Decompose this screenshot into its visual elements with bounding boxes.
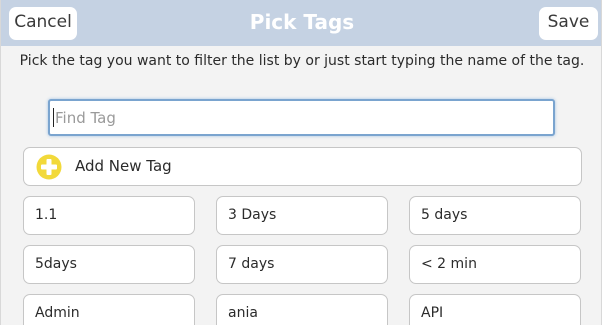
text-caret [53, 108, 54, 127]
tag-label: 5 days [421, 207, 468, 223]
tag-button[interactable]: 3 Days [216, 196, 388, 235]
tag-button[interactable]: < 2 min [409, 245, 581, 284]
tag-label: ania [228, 305, 258, 321]
tag-button[interactable]: Admin [23, 294, 195, 325]
tag-label: 1.1 [35, 207, 58, 223]
pick-tags-dialog: Pick Tags Cancel Save Pick the tag you w… [0, 0, 602, 325]
tag-button[interactable]: 5days [23, 245, 195, 284]
instructions-text: Pick the tag you want to filter the list… [19, 53, 585, 69]
cancel-button[interactable]: Cancel [9, 7, 77, 40]
add-new-tag-label: Add New Tag [75, 157, 172, 175]
tag-label: < 2 min [421, 256, 477, 272]
dialog-title: Pick Tags [249, 10, 355, 34]
tag-label: 5days [35, 256, 77, 272]
find-tag-input[interactable] [48, 99, 555, 136]
save-button[interactable]: Save [539, 7, 598, 40]
tag-label: API [421, 305, 444, 321]
tag-button[interactable]: ania [216, 294, 388, 325]
tag-label: 3 Days [228, 207, 277, 223]
plus-circle-icon [36, 154, 62, 180]
tag-label: Admin [35, 305, 80, 321]
add-new-tag-button[interactable]: Add New Tag [23, 147, 582, 186]
tag-button[interactable]: 5 days [409, 196, 581, 235]
tag-button[interactable]: 1.1 [23, 196, 195, 235]
title-bar: Pick Tags Cancel Save [1, 0, 601, 46]
tag-label: 7 days [228, 256, 275, 272]
tag-button[interactable]: API [409, 294, 581, 325]
tag-button[interactable]: 7 days [216, 245, 388, 284]
